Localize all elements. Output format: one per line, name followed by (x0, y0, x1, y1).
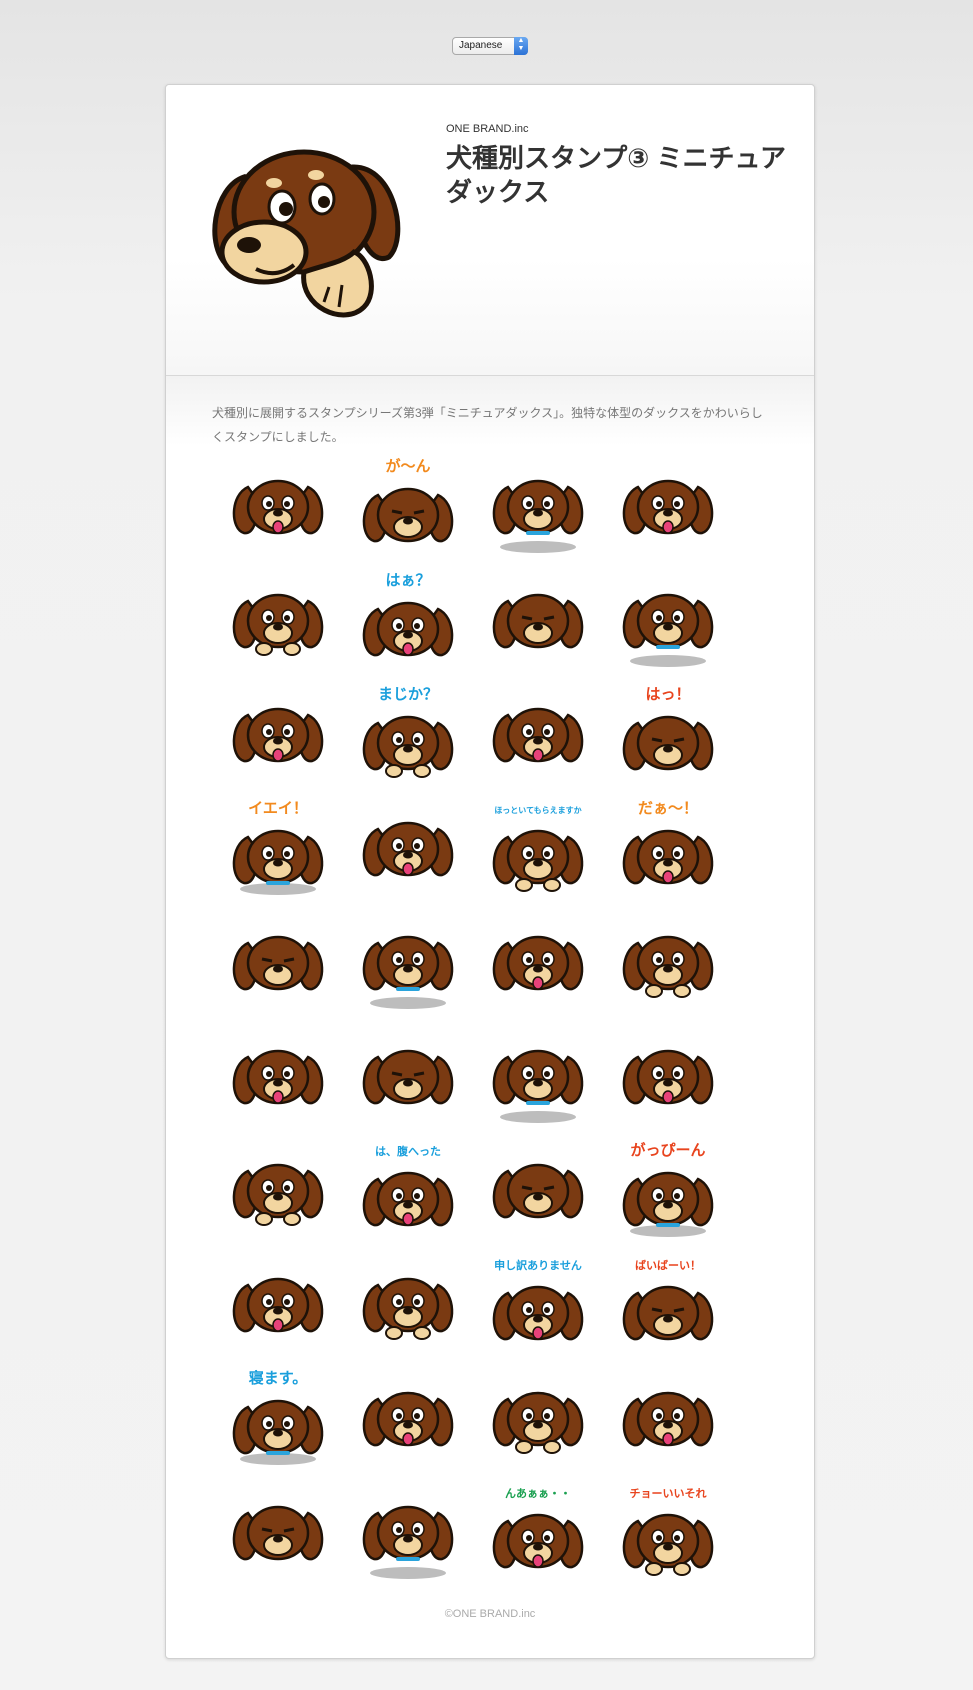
sticker-caption: 寝ます。 (249, 1369, 308, 1387)
dog-face-main (212, 149, 401, 318)
sticker-40: チョーいいそれ (622, 1487, 714, 1576)
sticker-10: まじか？ (362, 685, 454, 778)
sticker-caption: はぁ？ (385, 571, 430, 589)
sticker-caption: ほっといてもらえますか (494, 806, 581, 815)
language-select[interactable]: Japanese ▲ ▼ (452, 37, 528, 55)
app-card: ONE BRAND.inc 犬種別スタンプ③ ミニチュアダックス 犬種別に展開す… (165, 84, 815, 1659)
sticker-36 (622, 1391, 714, 1447)
sticker-28: がっぴーん (622, 1141, 714, 1237)
sticker-caption: んあぁぁ・・ (505, 1487, 571, 1500)
sticker-31: 申し訳ありません (492, 1258, 584, 1341)
sticker-29 (232, 1277, 324, 1333)
sticker-22 (362, 1049, 454, 1105)
sticker-caption: イエイ！ (248, 799, 308, 817)
sticker-4 (622, 479, 714, 535)
sticker-caption: 申し訳ありません (494, 1258, 582, 1272)
sticker-14 (362, 821, 454, 877)
sticker-21 (232, 1049, 324, 1105)
sticker-6: はぁ？ (362, 571, 454, 657)
sticker-12: はっ！ (622, 685, 714, 771)
main-sticker-image (212, 149, 401, 318)
sticker-38 (362, 1505, 454, 1579)
sticker-17 (232, 935, 324, 991)
sticker-30 (362, 1277, 454, 1340)
sticker-caption: チョーいいそれ (630, 1487, 707, 1500)
sticker-15: ほっといてもらえますか (492, 806, 584, 892)
sticker-24 (622, 1049, 714, 1105)
sticker-caption: は、腹へった (375, 1144, 441, 1158)
sticker-8 (622, 593, 714, 667)
sticker-33: 寝ます。 (232, 1369, 324, 1465)
select-arrows-icon: ▲ ▼ (514, 37, 528, 55)
sticker-26: は、腹へった (362, 1144, 454, 1227)
language-select-value: Japanese (459, 40, 503, 51)
sticker-34 (362, 1391, 454, 1447)
sticker-caption: ばいばーい！ (635, 1258, 701, 1272)
sticker-19 (492, 935, 584, 991)
sticker-7 (492, 593, 584, 649)
sticker-20 (622, 935, 714, 998)
app-description: 犬種別に展開するスタンプシリーズ第3弾「ミニチュアダックス」。独特な体型のダック… (212, 406, 763, 444)
sticker-9 (232, 707, 324, 763)
copyright: ©ONE BRAND.inc (444, 1608, 536, 1620)
sticker-13: イエイ！ (232, 799, 324, 895)
sticker-3 (492, 479, 584, 553)
sticker-25 (232, 1163, 324, 1226)
app-header: ONE BRAND.inc 犬種別スタンプ③ ミニチュアダックス (166, 85, 814, 376)
sticker-35 (492, 1391, 584, 1454)
app-title: 犬種別スタンプ③ ミニチュアダックス (446, 143, 786, 207)
sticker-37 (232, 1505, 324, 1561)
sticker-18 (362, 935, 454, 1009)
sticker-5 (232, 593, 324, 656)
sticker-32: ばいばーい！ (622, 1258, 714, 1341)
sticker-16: だぁ～！ (622, 799, 714, 885)
sticker-caption: が～ん (385, 457, 430, 475)
sticker-2: が～ん (362, 457, 454, 543)
sticker-caption: がっぴーん (630, 1141, 705, 1159)
sticker-11 (492, 707, 584, 763)
brand-name: ONE BRAND.inc (446, 123, 529, 135)
sticker-grid: が～んはぁ？ まじか？ はっ！ イエイ！ ほっといてもらえますか だぁ～！ は、腹へった がっ… (226, 455, 746, 1595)
sticker-39: んあぁぁ・・ (492, 1487, 584, 1569)
sticker-caption: だぁ～！ (638, 799, 698, 817)
sticker-23 (492, 1049, 584, 1123)
sticker-27 (492, 1163, 584, 1219)
sticker-caption: はっ！ (645, 685, 690, 703)
sticker-1 (232, 479, 324, 535)
sticker-caption: まじか？ (378, 685, 438, 703)
